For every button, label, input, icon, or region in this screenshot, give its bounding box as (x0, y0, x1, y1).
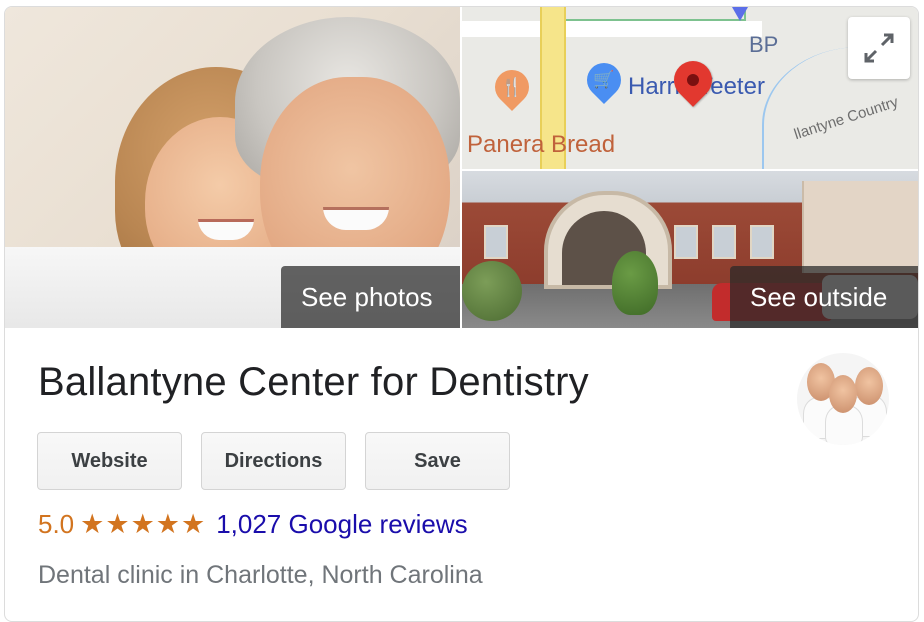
fork-knife-icon: 🍴 (500, 77, 524, 97)
photo-detail (674, 225, 698, 259)
see-photos-button[interactable]: See photos (281, 266, 460, 328)
website-button[interactable]: Website (37, 432, 182, 490)
rating-row: 5.0 ★★★★★ 1,027 Google reviews (38, 507, 468, 541)
see-outside-button[interactable]: See outside (730, 266, 918, 328)
business-category: Dental clinic in Charlotte, North Caroli… (38, 561, 483, 589)
reviews-link[interactable]: 1,027 Google reviews (216, 509, 467, 539)
pin-dot (684, 71, 702, 89)
map-park (562, 7, 746, 21)
rating-value: 5.0 (38, 509, 75, 539)
star-rating-icon: ★★★★★ (80, 509, 207, 539)
logo-detail (855, 367, 883, 405)
shopping-pin-icon[interactable]: 🛒 (579, 55, 629, 105)
photo-detail (612, 251, 658, 315)
business-title: Ballantyne Center for Dentistry (38, 360, 589, 404)
restaurant-pin-icon[interactable]: 🍴 (487, 62, 537, 112)
map-road (462, 21, 762, 37)
expand-map-button[interactable] (848, 17, 910, 79)
photo-detail (712, 225, 736, 259)
photo-detail (462, 261, 522, 321)
expand-icon (864, 33, 894, 63)
hero-media: BP 🍴 Panera Bread 🛒 Harris Teeter llanty… (5, 7, 918, 328)
map-marker-icon (732, 7, 748, 21)
map-label-panera[interactable]: Panera Bread (467, 131, 615, 159)
save-button[interactable]: Save (365, 432, 510, 490)
knowledge-panel-card: BP 🍴 Panera Bread 🛒 Harris Teeter llanty… (4, 6, 919, 622)
logo-detail (829, 375, 857, 413)
map-preview[interactable]: BP 🍴 Panera Bread 🛒 Harris Teeter llanty… (462, 7, 918, 169)
map-label-bp: BP (749, 32, 779, 57)
photo-detail (802, 181, 918, 273)
photo-detail (484, 225, 508, 259)
cart-icon: 🛒 (593, 70, 615, 89)
directions-button[interactable]: Directions (201, 432, 346, 490)
business-logo[interactable] (797, 353, 889, 445)
photo-detail (750, 225, 774, 259)
